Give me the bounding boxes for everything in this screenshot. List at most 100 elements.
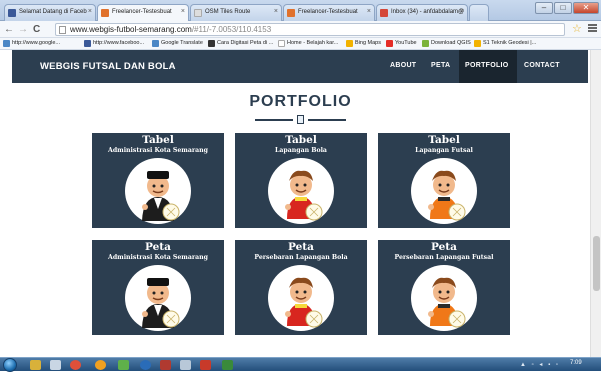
bookmark-star-icon[interactable]: ☆ [572, 23, 582, 35]
site-brand[interactable]: WEBGIS FUTSAL DAN BOLA [40, 61, 176, 72]
bookmark-item[interactable]: http://www.faceboo... [84, 39, 144, 48]
menu-icon[interactable] [588, 24, 597, 33]
chrome-icon[interactable] [70, 360, 81, 370]
bookmark-item[interactable]: S1 Teknik Geodesi |... [474, 39, 536, 48]
app-icon[interactable] [180, 360, 191, 370]
card-title: Tabel [142, 134, 174, 146]
card-subtitle: Administrasi Kota Semarang [108, 254, 208, 261]
bookmark-label: http://www.google... [12, 40, 60, 46]
app-icon[interactable] [160, 360, 171, 370]
bookmark-item[interactable]: http://www.google... [3, 39, 60, 48]
red-footballer-icon [268, 158, 334, 224]
bookmark-label: Cara Digitasi Peta di ... [217, 40, 274, 46]
close-icon[interactable]: × [88, 8, 92, 15]
bookmark-label: Download QGIS [431, 40, 471, 46]
official-figure-icon [125, 265, 191, 331]
bookmark-label: Google Translate [161, 40, 203, 46]
card-title: Peta [145, 241, 171, 253]
close-icon[interactable]: × [460, 8, 464, 15]
bookmark-label: Home - Belajah kar... [287, 40, 339, 46]
close-icon[interactable]: × [274, 8, 278, 15]
back-arrow-icon[interactable]: ← [4, 23, 14, 36]
nav-portfolio[interactable]: PORTFOLIO [465, 62, 509, 69]
close-icon[interactable]: × [367, 8, 371, 15]
bookmark-item[interactable]: Home - Belajah kar... [278, 39, 338, 48]
portfolio-card[interactable]: Peta Persebaran Lapangan Futsal [378, 240, 510, 335]
bookmark-icon [208, 40, 215, 47]
qgis-icon [422, 40, 429, 47]
card-title: Peta [431, 241, 457, 253]
system-tray[interactable]: ▲ ▫ ◂ ▪ ▫ [520, 361, 560, 368]
bookmark-item[interactable]: Download QGIS [422, 39, 471, 48]
youtube-icon [386, 40, 393, 47]
gmail-icon [380, 9, 388, 17]
app-icon[interactable] [118, 360, 129, 370]
pdf-icon[interactable] [200, 360, 211, 370]
tab-label: Freelancer-Testesbuat [112, 9, 172, 15]
card-title: Tabel [428, 134, 460, 146]
red-footballer-icon [268, 265, 334, 331]
divider-line [308, 119, 346, 121]
portfolio-card[interactable]: Tabel Lapangan Bola [235, 133, 367, 228]
close-icon[interactable]: × [181, 8, 185, 15]
browser-tab[interactable]: OSM Tiles Route × [190, 4, 282, 21]
freelancer-icon [287, 9, 295, 17]
portfolio-card[interactable]: Tabel Lapangan Futsal [378, 133, 510, 228]
bookmark-label: YouTube [395, 40, 417, 46]
bookmark-label: http://www.faceboo... [93, 40, 145, 46]
bookmark-item[interactable]: Cara Digitasi Peta di ... [208, 39, 273, 48]
tab-label: Inbox (34) - anfdabdalam@ [391, 9, 465, 15]
bookmark-item[interactable]: YouTube [386, 39, 417, 48]
page-icon [59, 26, 66, 34]
portfolio-card[interactable]: Peta Administrasi Kota Semarang [92, 240, 224, 335]
bookmark-icon [3, 40, 10, 47]
url-path: /#11/-7.0053/110.4153 [191, 25, 272, 34]
card-subtitle: Persebaran Lapangan Futsal [394, 254, 494, 261]
facebook-icon [84, 40, 91, 47]
bookmark-icon [474, 40, 481, 47]
browser-tab-active[interactable]: Freelancer-Testesbuat × [97, 4, 189, 22]
divider-line [255, 119, 293, 121]
browser-icon[interactable] [140, 360, 151, 370]
explorer-icon[interactable] [30, 360, 41, 370]
browser-tab[interactable]: Selamat Datang di Faceb × [4, 4, 96, 21]
forward-arrow-icon[interactable]: → [18, 23, 28, 36]
taskbar-clock[interactable]: 7:09 [570, 360, 582, 366]
site-navbar: WEBGIS FUTSAL DAN BOLA ABOUT PETA PORTFO… [12, 50, 588, 83]
new-tab-button[interactable] [469, 4, 489, 21]
bookmark-item[interactable]: Bing Maps [346, 39, 381, 48]
address-bar[interactable]: www.webgis-futbol-semarang.com/#11/-7.00… [55, 23, 565, 36]
card-subtitle: Lapangan Bola [275, 147, 327, 154]
tab-label: Selamat Datang di Faceb [19, 9, 87, 15]
card-subtitle: Persebaran Lapangan Bola [254, 254, 348, 261]
reload-icon[interactable]: C [33, 23, 40, 36]
start-button[interactable] [3, 358, 17, 372]
freelancer-icon [101, 9, 109, 17]
orange-footballer-icon [411, 158, 477, 224]
divider-ornament [297, 115, 304, 124]
bookmark-label: S1 Teknik Geodesi |... [483, 40, 537, 46]
orange-footballer-icon [411, 265, 477, 331]
scrollbar-thumb[interactable] [593, 236, 600, 291]
folder-icon[interactable] [50, 360, 61, 370]
translate-icon [152, 40, 159, 47]
minimize-button[interactable]: – [535, 2, 553, 14]
nav-peta[interactable]: PETA [431, 62, 450, 69]
nav-contact[interactable]: CONTACT [524, 62, 560, 69]
app-icon[interactable] [222, 360, 233, 370]
firefox-icon[interactable] [95, 360, 106, 370]
browser-tab[interactable]: Freelancer-Testesbuat × [283, 4, 375, 21]
nav-about[interactable]: ABOUT [390, 62, 416, 69]
portfolio-card[interactable]: Peta Persebaran Lapangan Bola [235, 240, 367, 335]
maximize-button[interactable]: □ [554, 2, 572, 14]
url-domain: www.webgis-futbol-semarang.com [70, 25, 192, 34]
page-scrollbar[interactable] [590, 50, 601, 357]
browser-toolbar: ← → C www.webgis-futbol-semarang.com/#11… [0, 21, 601, 38]
page-icon [278, 40, 285, 47]
card-subtitle: Lapangan Futsal [415, 147, 473, 154]
portfolio-card[interactable]: Tabel Administrasi Kota Semarang [92, 133, 224, 228]
bookmark-item[interactable]: Google Translate [152, 39, 203, 48]
browser-tab[interactable]: Inbox (34) - anfdabdalam@ × [376, 4, 468, 21]
window-close-button[interactable]: ✕ [573, 2, 599, 14]
bookmark-label: Bing Maps [355, 40, 381, 46]
